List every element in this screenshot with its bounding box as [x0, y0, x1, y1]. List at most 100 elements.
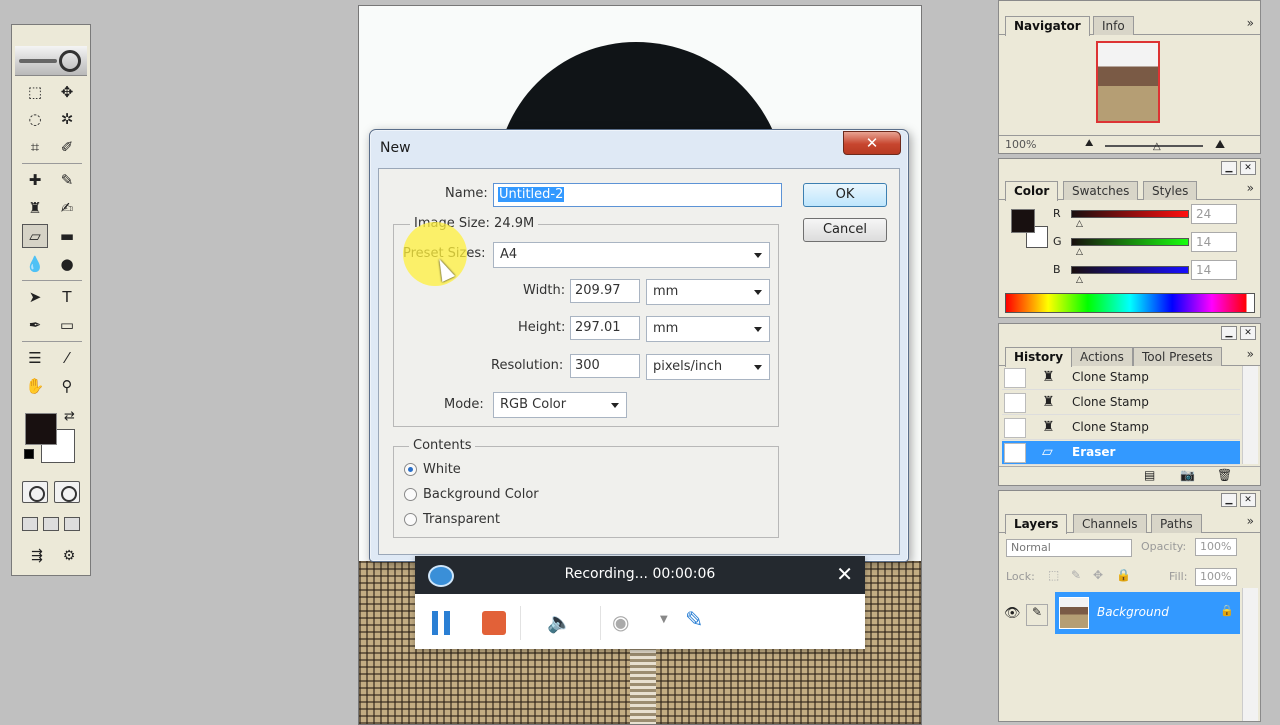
history-item[interactable]: ♜ Clone Stamp — [1002, 416, 1240, 440]
channel-r-slider[interactable] — [1071, 210, 1189, 218]
trash-icon[interactable]: 🗑 — [1217, 468, 1232, 482]
tab-navigator[interactable]: Navigator — [1005, 16, 1090, 36]
default-colors-icon[interactable] — [24, 449, 34, 459]
palette-menu-icon[interactable]: » — [1247, 514, 1254, 528]
magic-wand-icon[interactable]: ✲ — [54, 107, 80, 131]
pen-annotate-icon[interactable]: ✎ — [685, 608, 703, 633]
tab-actions[interactable]: Actions — [1071, 347, 1133, 366]
resolution-unit-dropdown[interactable]: pixels/inch — [646, 354, 770, 380]
white-radio[interactable] — [404, 463, 417, 476]
channel-b-slider[interactable] — [1071, 266, 1189, 274]
new-snapshot-icon[interactable]: 📷 — [1180, 468, 1195, 482]
dialog-close-button[interactable]: ✕ — [843, 131, 901, 155]
path-select-icon[interactable]: ➤ — [22, 285, 48, 309]
history-brush-icon[interactable]: ✍ — [54, 196, 80, 220]
history-checkbox[interactable] — [1004, 393, 1026, 413]
lasso-icon[interactable]: ◌ — [22, 107, 48, 131]
layer-brush-icon[interactable]: ✎ — [1026, 604, 1048, 626]
preset-sizes-dropdown[interactable]: A4 — [493, 242, 770, 268]
file-browser-icon[interactable]: ⚙ — [54, 545, 84, 567]
move-icon[interactable]: ✥ — [54, 80, 80, 104]
tab-layers[interactable]: Layers — [1005, 514, 1068, 534]
zoom-in-icon[interactable]: ⛰ — [1215, 137, 1225, 152]
crop-icon[interactable]: ⌗ — [22, 135, 48, 159]
type-icon[interactable]: T — [54, 285, 80, 309]
clone-stamp-icon[interactable]: ♜ — [22, 196, 48, 220]
slider-thumb-icon[interactable]: △ — [1076, 247, 1083, 257]
channel-g-slider[interactable] — [1071, 238, 1189, 246]
jump-to-imageready-icon[interactable]: ⇶ — [22, 545, 52, 567]
fill-field[interactable]: 100% — [1195, 568, 1237, 586]
visibility-eye-icon[interactable]: 👁 — [1004, 606, 1021, 621]
tab-tool-presets[interactable]: Tool Presets — [1133, 347, 1222, 366]
tab-channels[interactable]: Channels — [1073, 514, 1147, 533]
slice-icon[interactable]: ✐ — [54, 135, 80, 159]
marquee-icon[interactable]: ⬚ — [22, 80, 48, 104]
new-document-from-state-icon[interactable]: ▤ — [1144, 468, 1155, 482]
healing-icon[interactable]: ✚ — [22, 168, 48, 192]
shape-icon[interactable]: ▭ — [54, 313, 80, 337]
tab-swatches[interactable]: Swatches — [1063, 181, 1139, 200]
height-field[interactable]: 297.01 — [570, 316, 640, 340]
minimize-icon[interactable]: ▁ — [1221, 493, 1237, 507]
background-color-radio-label[interactable]: Background Color — [423, 487, 539, 502]
gradient-icon[interactable]: ▬ — [54, 224, 80, 248]
eraser-icon[interactable]: ▱ — [22, 224, 48, 248]
slider-thumb-icon[interactable]: △ — [1076, 275, 1083, 285]
width-unit-dropdown[interactable]: mm — [646, 279, 770, 305]
layer-background[interactable]: Background 🔒 — [1055, 592, 1240, 634]
full-screen-button[interactable] — [64, 517, 80, 531]
zoom-slider-thumb-icon[interactable]: △ — [1153, 141, 1161, 152]
history-checkbox[interactable] — [1004, 418, 1026, 438]
history-checkbox[interactable] — [1004, 368, 1026, 388]
stop-icon[interactable] — [482, 611, 506, 635]
tab-styles[interactable]: Styles — [1143, 181, 1198, 200]
eyedropper-icon[interactable]: ⁄ — [54, 346, 80, 370]
webcam-icon[interactable]: ◉ — [612, 610, 629, 634]
slider-thumb-icon[interactable]: △ — [1076, 219, 1083, 229]
lock-transparency-icon[interactable]: ⬚ — [1048, 568, 1059, 582]
dodge-icon[interactable]: ● — [54, 252, 80, 276]
blur-icon[interactable]: 💧 — [22, 252, 48, 276]
name-field[interactable]: Untitled-2 — [493, 183, 782, 207]
tab-history[interactable]: History — [1005, 347, 1073, 367]
blend-mode-dropdown[interactable]: Normal — [1006, 539, 1132, 557]
history-item[interactable]: ♜ Clone Stamp — [1002, 366, 1240, 390]
full-screen-menu-button[interactable] — [43, 517, 59, 531]
webcam-dropdown-icon[interactable]: ▼ — [660, 614, 668, 625]
hand-icon[interactable]: ✋ — [22, 374, 48, 398]
tab-color[interactable]: Color — [1005, 181, 1059, 201]
pen-icon[interactable]: ✒ — [22, 313, 48, 337]
standard-mode-button[interactable] — [22, 481, 48, 503]
channel-r-value[interactable]: 24 — [1191, 204, 1237, 224]
history-scrollbar[interactable] — [1242, 366, 1258, 464]
pause-icon[interactable] — [432, 611, 450, 635]
lock-move-icon[interactable]: ✥ — [1093, 568, 1103, 582]
recorder-close-button[interactable]: ✕ — [836, 562, 853, 586]
navigator-thumbnail[interactable] — [1096, 41, 1160, 123]
brush-icon[interactable]: ✎ — [54, 168, 80, 192]
layers-scrollbar[interactable] — [1242, 588, 1258, 721]
lock-brush-icon[interactable]: ✎ — [1071, 568, 1081, 582]
close-icon[interactable]: ✕ — [1240, 161, 1256, 175]
mode-dropdown[interactable]: RGB Color — [493, 392, 627, 418]
color-spectrum[interactable] — [1005, 293, 1255, 313]
close-icon[interactable]: ✕ — [1240, 326, 1256, 340]
ok-button[interactable]: OK — [803, 183, 887, 207]
history-item[interactable]: ♜ Clone Stamp — [1002, 391, 1240, 415]
quick-mask-mode-button[interactable] — [54, 481, 80, 503]
width-field[interactable]: 209.97 — [570, 279, 640, 303]
zoom-out-icon[interactable]: ⛰ — [1085, 138, 1093, 149]
palette-menu-icon[interactable]: » — [1247, 16, 1254, 30]
cancel-button[interactable]: Cancel — [803, 218, 887, 242]
mute-icon[interactable]: 🔈 — [547, 610, 572, 634]
opacity-field[interactable]: 100% — [1195, 538, 1237, 556]
notes-icon[interactable]: ☰ — [22, 346, 48, 370]
transparent-radio-label[interactable]: Transparent — [423, 512, 500, 527]
adobe-banner[interactable] — [15, 46, 87, 76]
history-item-selected[interactable]: ▱ Eraser — [1002, 441, 1240, 465]
transparent-radio[interactable] — [404, 513, 417, 526]
white-radio-label[interactable]: White — [423, 462, 461, 477]
background-color-radio[interactable] — [404, 488, 417, 501]
channel-g-value[interactable]: 14 — [1191, 232, 1237, 252]
